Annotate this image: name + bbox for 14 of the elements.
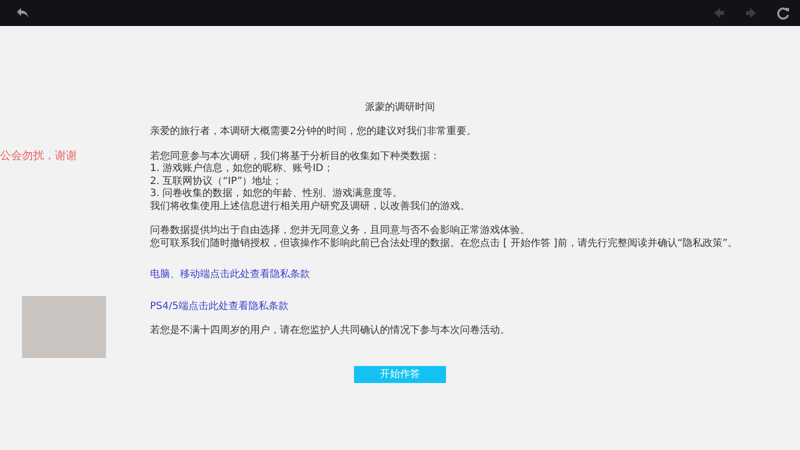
paragraph-text: 您可联系我们随时撤销授权，但该操作不影响此前已合法处理的数据。在您点击 [ 开始作答 ]前，请先行完整阅读并确认“隐私政策”。 (150, 238, 738, 250)
survey-title: 派蒙的调研时间 (364, 102, 436, 114)
refresh-button[interactable] (775, 4, 792, 22)
paragraph-text: 亲爱的旅行者，本调研大概需要2分钟的时间，您的建议对我们非常重要。 (150, 126, 476, 138)
paragraph-text: 我们将收集使用上述信息进行相关用户研究及调研，以改善我们的游戏。 (150, 200, 470, 213)
notice-text: 若您是不满十四周岁的用户，请在您监护人共同确认的情况下参与本次问卷活动。 (150, 325, 510, 338)
paragraph-text: 2. 互联网协议（“IP”）地址； (150, 176, 282, 188)
privacy-link[interactable]: 电脑、移动端点击此处查看隐私条款 (150, 269, 310, 282)
paragraph-text: 3. 问卷收集的数据，如您的年龄、性别、游戏满意度等。 (150, 188, 403, 200)
paragraph-text: 问卷数据提供均出于自由选择，您并无同意义务，且同意与否不会影响正常游戏体验。 (150, 225, 530, 238)
overlay-caption: 公会勿扰，谢谢 (0, 148, 77, 163)
paragraph-text: 1. 游戏账户信息，如您的昵称、账号ID； (150, 163, 334, 176)
paragraph-text: 若您同意参与本次调研，我们将基于分析目的收集如下种类数据： (150, 150, 440, 162)
privacy-link[interactable]: PS4/5端点击此处查看隐私条款 (150, 300, 288, 313)
